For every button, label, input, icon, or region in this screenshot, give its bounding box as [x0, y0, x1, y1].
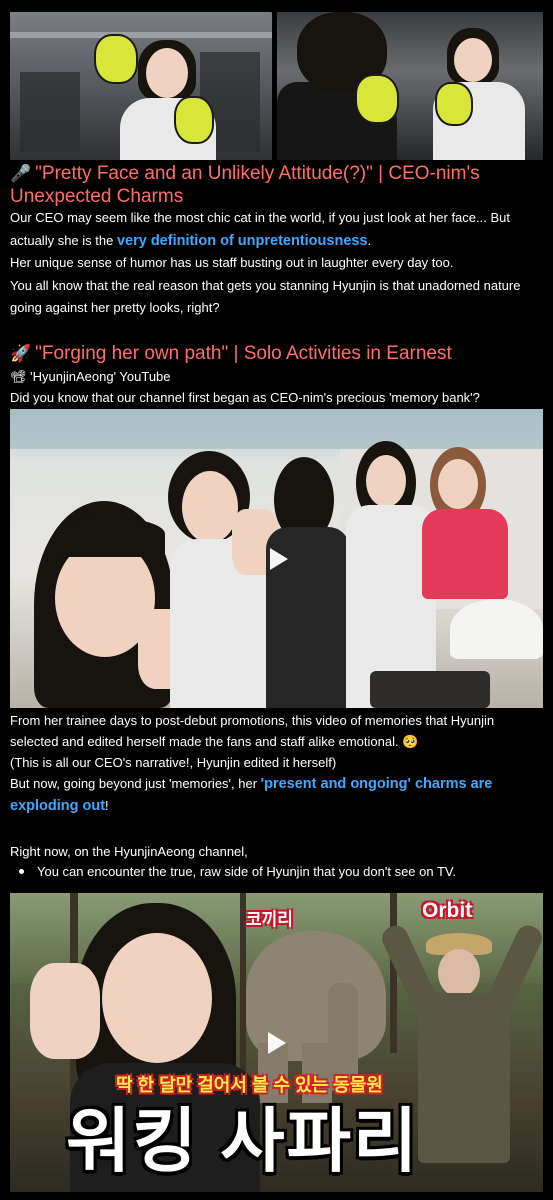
section-body-solo: From her trainee days to post-debut prom…: [10, 710, 545, 817]
video-walking-safari[interactable]: 코끼리 Orbit 딱 한 달만 걸어서 볼 수 있는 동물원 워킹 사파리: [10, 893, 543, 1192]
section-heading-charms: 🎤 "Pretty Face and an Unlikely Attitude(?…: [10, 163, 480, 207]
rocket-icon: 🚀: [10, 344, 32, 363]
paragraph-narrative: (This is all our CEO's narrative!, Hyunj…: [10, 755, 337, 770]
channel-intro: Did you know that our channel first bega…: [10, 390, 480, 405]
boxing-gym-photo-right: [277, 12, 543, 160]
microphone-icon: 🎤: [10, 164, 32, 183]
play-button-icon[interactable]: [270, 548, 288, 570]
boxing-gym-photo-left: [10, 12, 272, 160]
section-body-charms: Our CEO may seem like the most chic cat …: [10, 207, 545, 320]
video-subtitle: 딱 한 달만 걸어서 볼 수 있는 동물원: [116, 1075, 383, 1095]
paragraph-stanning: You all know that the real reason that g…: [10, 277, 521, 316]
bullet-raw-side: You can encounter the true, raw side of …: [19, 862, 456, 882]
label-orbit: Orbit: [422, 899, 473, 922]
highlight-unpretentious: very definition of unpretentiousness: [116, 232, 368, 249]
paragraph-unpretentious: Our CEO may seem like the most chic cat …: [10, 210, 510, 249]
paragraph-exploding: But now, going beyond just 'memories', h…: [10, 776, 493, 814]
video-memories[interactable]: [10, 409, 543, 708]
film-projector-icon: 📽: [10, 369, 27, 384]
play-button-icon[interactable]: [268, 1032, 286, 1054]
paragraph-memories: From her trainee days to post-debut prom…: [10, 713, 495, 749]
label-elephant: 코끼리: [246, 910, 293, 929]
section-heading-solo: 🚀 "Forging her own path" | Solo Activitie…: [10, 343, 452, 364]
paragraph-humor: Her unique sense of humor has us staff b…: [10, 255, 454, 270]
video-title: 워킹 사파리: [66, 1102, 420, 1180]
paragraph-right-now: Right now, on the HyunjinAeong channel,: [10, 844, 248, 859]
channel-label: 📽 'HyunjinAeong' YouTube: [10, 369, 171, 384]
article-page: 🎤 "Pretty Face and an Unlikely Attitude(?…: [0, 0, 553, 1200]
bullet-dot-icon: [19, 869, 24, 875]
